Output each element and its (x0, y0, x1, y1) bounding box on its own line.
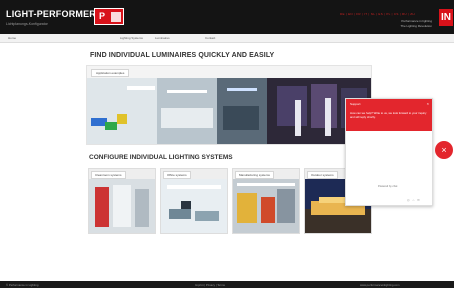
card-label-outdoor: Outdoor systems (307, 171, 338, 179)
office-illustration (161, 179, 227, 233)
award-emblem-icon (111, 12, 121, 22)
chat-popup[interactable]: Support × How can we help? Write to us, … (345, 98, 433, 206)
nav-item-contact[interactable]: Contact (205, 36, 215, 40)
card-label-office: Office systems (163, 171, 191, 179)
nav-item-home[interactable]: Home (8, 36, 16, 40)
language-switcher[interactable]: DE | EN | FR | IT | NL | ES | PL | CS | … (340, 12, 415, 16)
chat-message: How can we help? Write to us, we look fo… (350, 111, 427, 119)
app-header: LIGHT-PERFORMER Lichtplanungs-Konfigurat… (0, 0, 454, 34)
find-luminaires-title: FIND INDIVIDUAL LUMINAIRES QUICKLY AND E… (90, 52, 275, 59)
card-image-manufacturing (233, 179, 299, 233)
header-subtagline: The Lighting Revolution (400, 24, 432, 28)
award-letter: P (99, 11, 106, 21)
award-badge: P (94, 8, 124, 25)
application-examples-chip[interactable]: Application examples (91, 69, 130, 77)
brand-name[interactable]: LIGHT-PERFORMER (6, 9, 96, 19)
hero-illustration (87, 78, 371, 144)
header-tagline: Performance in lighting (401, 19, 432, 23)
nav-item-lighting-systems[interactable]: Lighting Systems (120, 36, 143, 40)
sub-navigation: Home Lighting Systems Luminaires Contact (0, 34, 454, 43)
brand-subtitle: Lichtplanungs-Konfigurator (6, 22, 48, 26)
page-footer: © Performance in Lighting Imprint | Priv… (0, 281, 454, 288)
chat-close-icon[interactable]: × (427, 101, 429, 106)
configure-systems-title: CONFIGURE INDIVIDUAL LIGHTING SYSTEMS (89, 154, 233, 161)
footer-links[interactable]: Imprint | Privacy | Terms (195, 283, 225, 287)
chat-header: Support × How can we help? Write to us, … (346, 99, 432, 131)
chat-powered-by[interactable]: Powered by chat (378, 185, 397, 188)
cleanroom-illustration (89, 179, 155, 233)
nav-item-luminaires[interactable]: Luminaires (155, 36, 170, 40)
chat-title: Support (350, 102, 361, 106)
card-image-office (161, 179, 227, 233)
card-image-cleanroom (89, 179, 155, 233)
card-manufacturing[interactable]: Manufacturing systems (232, 168, 300, 234)
hero-image[interactable] (87, 78, 371, 144)
chat-action-icons[interactable]: ◎ ⌂ ✉ (407, 198, 421, 202)
footer-website[interactable]: www.performanceinlighting.com (360, 283, 399, 287)
card-label-cleanroom: Cleanroom systems (91, 171, 126, 179)
application-examples-panel[interactable]: Application examples (86, 65, 372, 145)
card-cleanroom[interactable]: Cleanroom systems (88, 168, 156, 234)
footer-copyright: © Performance in Lighting (6, 282, 39, 287)
company-logo[interactable]: IN (439, 9, 453, 26)
manufacturing-illustration (233, 179, 299, 233)
card-office[interactable]: Office systems (160, 168, 228, 234)
card-label-manufacturing: Manufacturing systems (235, 171, 274, 179)
chat-toggle-button[interactable]: × (435, 141, 453, 159)
